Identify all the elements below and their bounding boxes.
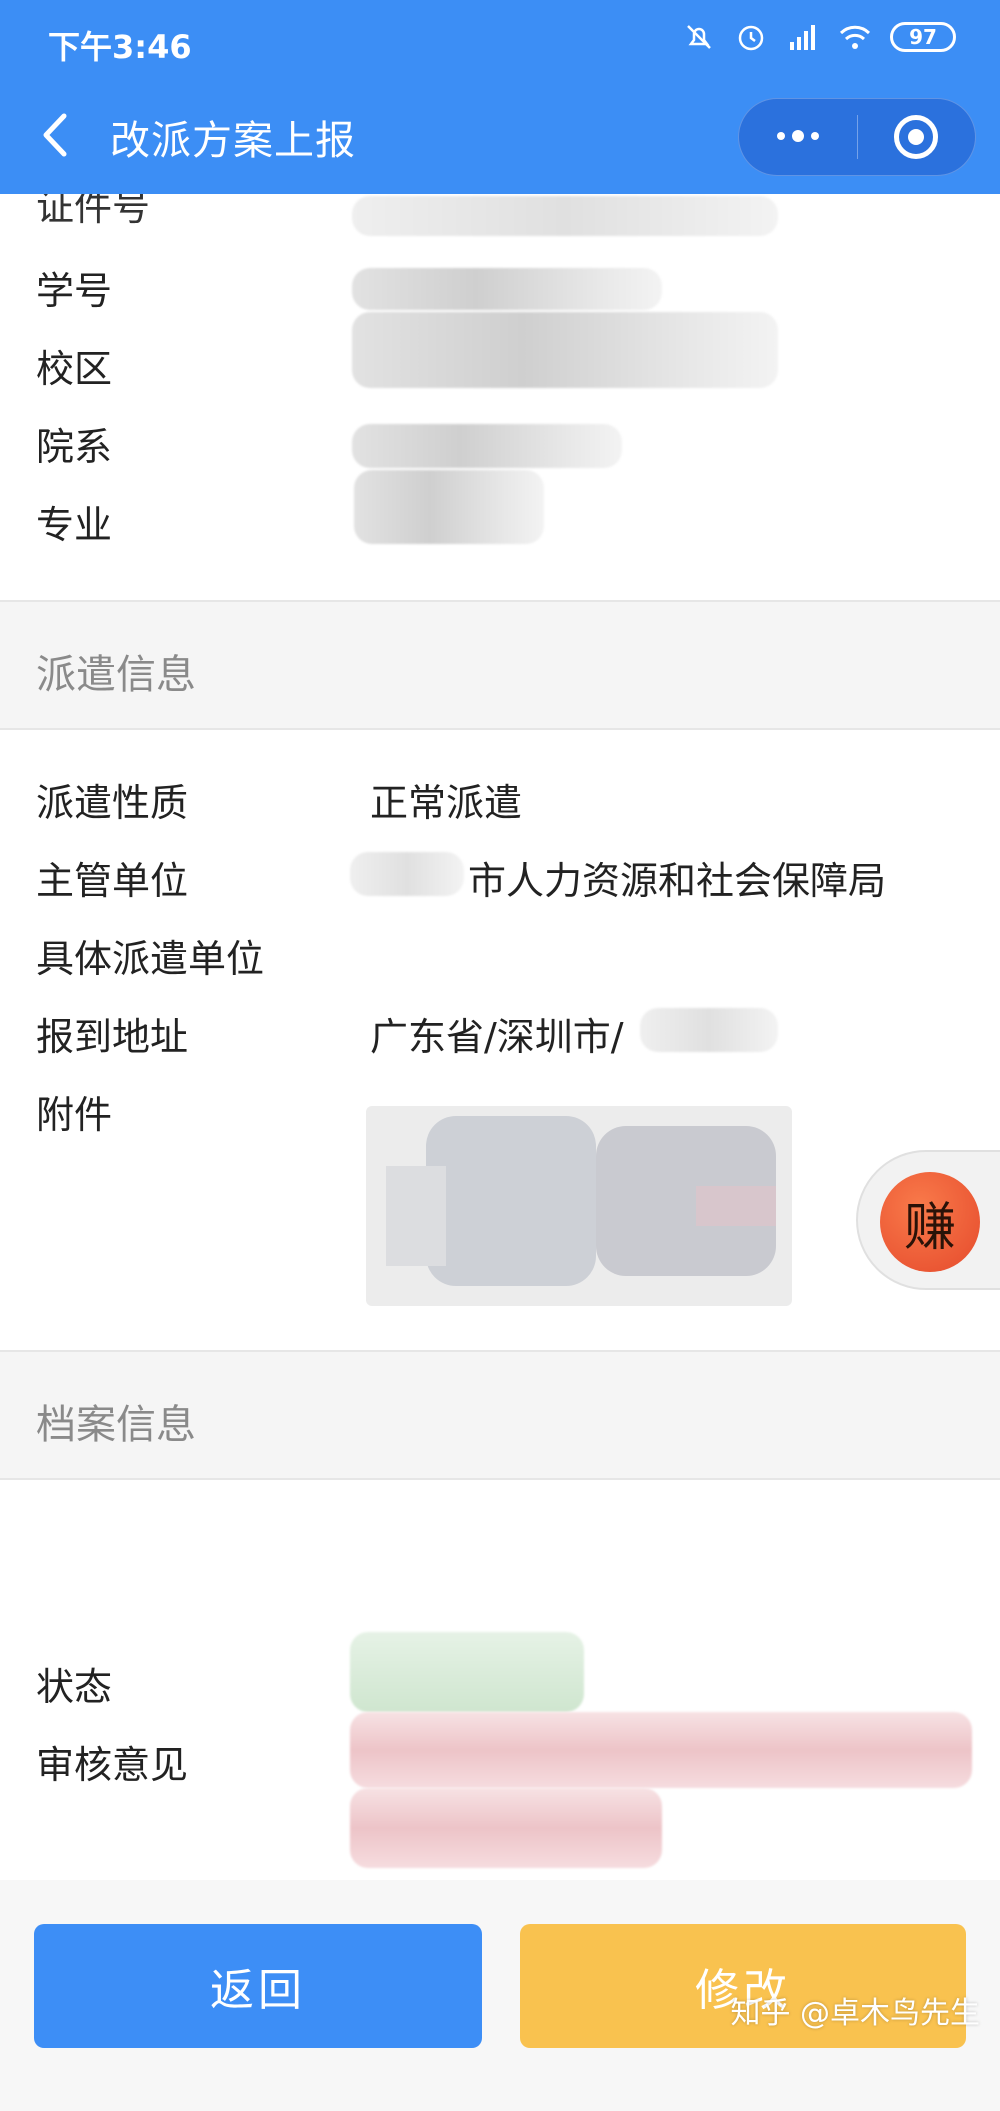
watermark: 知乎 @卓木鸟先生 (730, 1996, 980, 2031)
dispatch-unit-label: 具体派遣单位 (36, 937, 265, 981)
attachment-thumbnail[interactable] (366, 1106, 792, 1306)
student-id-label: 学号 (36, 269, 113, 313)
miniprogram-capsule (738, 98, 976, 176)
earn-label: 赚 (880, 1172, 980, 1272)
status-label: 状态 (36, 1665, 113, 1709)
target-circle-icon (894, 115, 939, 159)
bell-muted-icon (687, 25, 711, 49)
signal-icon (790, 25, 815, 50)
more-button[interactable] (739, 99, 857, 175)
wifi-icon (839, 25, 871, 49)
close-miniprogram-button[interactable] (858, 99, 976, 175)
dispatch-section-header: 派遣信息 (0, 600, 1000, 730)
department-value-redacted (352, 424, 622, 468)
more-dots-icon (776, 130, 819, 142)
major-value-redacted (354, 470, 544, 544)
app-header: 下午3:46 97 改派方案上报 (0, 0, 1000, 194)
report-address-label: 报到地址 (36, 1015, 189, 1059)
dispatch-nature-label: 派遣性质 (36, 781, 189, 825)
page-title: 改派方案上报 (110, 118, 356, 164)
review-value-redacted-line2 (350, 1788, 662, 1868)
student-id-value-redacted (352, 268, 662, 310)
review-value-redacted (350, 1712, 972, 1788)
alarm-icon (738, 25, 764, 51)
review-label: 审核意见 (36, 1743, 189, 1787)
back-button[interactable]: 返回 (34, 1924, 482, 2048)
dispatch-nature-value: 正常派遣 (370, 781, 523, 825)
attachment-label: 附件 (36, 1093, 113, 1137)
status-time: 下午3:46 (48, 28, 192, 66)
campus-label: 校区 (36, 347, 113, 391)
major-label: 专业 (36, 503, 113, 547)
address-suffix-redacted (640, 1008, 778, 1052)
archive-section-header: 档案信息 (0, 1350, 1000, 1480)
dispatch-section-title: 派遣信息 (36, 652, 196, 698)
authority-label: 主管单位 (36, 859, 189, 903)
battery-indicator: 97 (890, 22, 956, 52)
authority-prefix-redacted (350, 852, 464, 896)
archive-section-title: 档案信息 (36, 1402, 196, 1448)
back-arrow-icon[interactable] (36, 110, 76, 160)
authority-value: 市人力资源和社会保障局 (468, 859, 887, 903)
campus-value-redacted (352, 312, 778, 388)
id-number-value-redacted (352, 196, 778, 236)
earn-floating-button[interactable]: 赚 (856, 1150, 1000, 1290)
department-label: 院系 (36, 425, 113, 469)
status-icons: 97 (682, 20, 956, 54)
report-address-value: 广东省/深圳市/ (370, 1015, 624, 1059)
status-value-redacted (350, 1632, 584, 1712)
